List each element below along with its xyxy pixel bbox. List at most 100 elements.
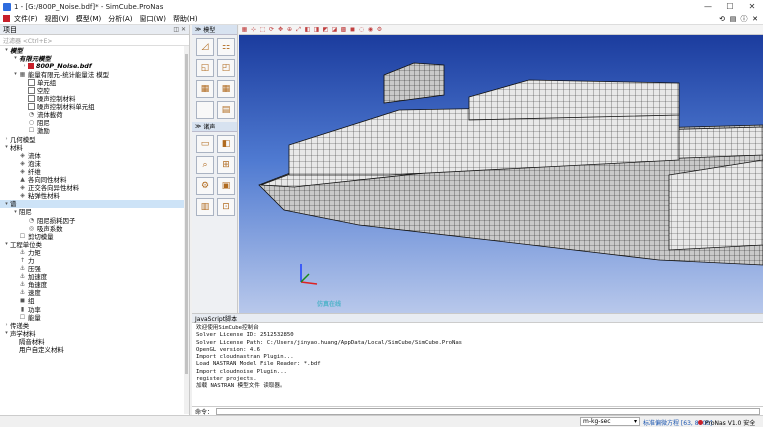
expand-toggle-icon[interactable]: ▾: [12, 209, 19, 215]
maximize-button[interactable]: ☐: [719, 0, 741, 13]
result-tool-icon[interactable]: ▣: [217, 177, 235, 195]
joint-tool-icon[interactable]: ◰: [217, 59, 235, 77]
command-line: 命令：: [192, 406, 763, 416]
tree-item[interactable]: ◈ 粘弹性材料: [0, 192, 189, 200]
tree-item-icon: ○: [28, 119, 35, 127]
tree-item-label: 谱: [10, 200, 17, 209]
menu-help[interactable]: 帮助(H): [173, 14, 198, 24]
view-iso-icon[interactable]: ◪: [331, 26, 338, 33]
console-line: Load NASTRAN Model File Reader: *.bdf: [196, 361, 321, 368]
menu-file[interactable]: 文件(F): [14, 14, 38, 24]
view-side-icon[interactable]: ◩: [322, 26, 329, 33]
tree-checkbox[interactable]: [28, 87, 35, 95]
fit-icon[interactable]: ⤢: [295, 26, 302, 33]
tree-checkbox[interactable]: [28, 103, 35, 111]
panel-pin-icon[interactable]: ◫ ✕: [173, 26, 186, 33]
tool-section-model[interactable]: ≫ 模型: [192, 25, 237, 35]
tree-item[interactable]: ▾ 有限元模型: [0, 54, 189, 63]
command-input[interactable]: [216, 407, 760, 415]
expand-toggle-icon[interactable]: ▾: [12, 71, 19, 77]
tree-item[interactable]: 单元组: [0, 78, 189, 87]
expand-toggle-icon[interactable]: ▾: [3, 330, 10, 336]
close-button[interactable]: ✕: [741, 0, 763, 13]
show-mesh-icon[interactable]: ▩: [340, 26, 347, 33]
axis-triad-icon: [300, 264, 318, 285]
zoom-icon[interactable]: ⊕: [286, 26, 293, 33]
tree-checkbox[interactable]: [28, 78, 35, 86]
print-icon[interactable]: ▤: [729, 15, 737, 23]
title-bar: 1 - [G:/800P_Noise.bdf]* - SimCube.ProNa…: [0, 0, 763, 13]
material-tool-icon[interactable]: ▥: [196, 198, 214, 216]
expand-toggle-icon[interactable]: ›: [21, 63, 28, 69]
plate-tool-icon[interactable]: ◿: [196, 38, 214, 56]
console-output: 欢迎使用SimCube控制台 Solver License ID: 2512532…: [192, 323, 763, 393]
frequency-tool-icon[interactable]: ⊞: [217, 156, 235, 174]
scroll-thumb[interactable]: [185, 54, 188, 374]
export-tool-icon[interactable]: ⊡: [217, 198, 235, 216]
tree-item-label: 粘弹性材料: [28, 192, 60, 201]
tree-item[interactable]: 噪声控制材料单元组: [0, 103, 189, 111]
app-logo-icon: [3, 15, 10, 22]
tree-item[interactable]: › 几何模型: [0, 135, 189, 144]
info-icon[interactable]: ⓘ: [740, 15, 748, 23]
rotate-icon[interactable]: ⟳: [268, 26, 275, 33]
version-text: ProNas V1.0 安全: [705, 420, 756, 427]
shade-icon[interactable]: ◼: [349, 26, 356, 33]
tool-section-tools[interactable]: ≫ 诸声: [192, 122, 237, 132]
sync-icon[interactable]: ⟲: [718, 15, 726, 23]
unit-system-select[interactable]: m-kg-sec: [580, 417, 640, 426]
pick-icon[interactable]: ⊹: [250, 26, 257, 33]
grid-tool-icon[interactable]: ▦: [196, 80, 214, 98]
status-dot-icon: [698, 420, 703, 425]
group-tool-icon[interactable]: ▤: [217, 101, 235, 119]
tree-item[interactable]: ◔ 流体載荷: [0, 111, 189, 119]
color-icon[interactable]: ◉: [367, 26, 374, 33]
mesh-tool-icon[interactable]: ▦: [217, 80, 235, 98]
expand-toggle-icon[interactable]: ▾: [3, 201, 10, 207]
expand-toggle-icon[interactable]: ›: [3, 136, 10, 142]
tool-section-model-label: 模型: [203, 27, 216, 34]
filter-input[interactable]: 过滤器 <Ctrl+E>: [0, 35, 189, 46]
load-tool-icon[interactable]: ▭: [196, 135, 214, 153]
menu-analysis[interactable]: 分析(A): [108, 14, 132, 24]
tree-scrollbar[interactable]: [184, 46, 189, 414]
tree-item[interactable]: ▾ ▦ 能量有限元-统计能量法 模型: [0, 70, 189, 79]
tree-item-icon: ↑: [19, 256, 26, 264]
hide-icon[interactable]: ◌: [358, 26, 365, 33]
beam-tool-icon[interactable]: ⚏: [217, 38, 235, 56]
tree-item[interactable]: ▾ 阻尼: [0, 208, 189, 216]
tree-item[interactable]: 用户自定义材料: [0, 345, 189, 354]
console-line: 欢迎使用SimCube控制台: [196, 325, 259, 331]
settings-icon[interactable]: ⚙: [376, 26, 383, 33]
tree-checkbox[interactable]: [28, 95, 35, 103]
tree-item[interactable]: ◔ 阻尼损耗因子: [0, 216, 189, 225]
tree-item-icon: ⚓: [19, 289, 26, 297]
blank-tool-icon[interactable]: [196, 101, 214, 119]
expand-toggle-icon[interactable]: ▾: [3, 144, 10, 150]
select-icon[interactable]: ▦: [241, 26, 248, 33]
tree-item-label: 能量: [28, 313, 41, 322]
expand-toggle-icon[interactable]: ▾: [12, 55, 19, 61]
expand-toggle-icon[interactable]: ›: [3, 322, 10, 328]
analysis-tool-icon[interactable]: ⚙: [196, 177, 214, 195]
pan-icon[interactable]: ✥: [277, 26, 284, 33]
close-doc-icon[interactable]: ✕: [751, 15, 759, 23]
model-viewport[interactable]: 仿真在线: [239, 35, 763, 313]
view-front-icon[interactable]: ◧: [304, 26, 311, 33]
tree-item[interactable]: ○ 阻尼: [0, 119, 189, 127]
console-line: Solver License Path: C:/Users/jinyao.hua…: [196, 339, 463, 346]
tree-item-icon: ☐: [19, 313, 26, 321]
minimize-button[interactable]: —: [697, 0, 719, 13]
expand-toggle-icon[interactable]: ▾: [3, 47, 10, 53]
menu-view[interactable]: 视图(V): [45, 14, 69, 24]
source-tool-icon[interactable]: ◧: [217, 135, 235, 153]
tree-item[interactable]: 空腔: [0, 86, 189, 95]
tree-item-icon: ⚓: [19, 248, 26, 256]
cavity-tool-icon[interactable]: ◱: [196, 59, 214, 77]
expand-toggle-icon[interactable]: ▾: [3, 241, 10, 247]
menu-window[interactable]: 窗口(W): [140, 14, 166, 24]
view-top-icon[interactable]: ◨: [313, 26, 320, 33]
search-icon[interactable]: ⌕: [196, 156, 214, 174]
box-select-icon[interactable]: ⬚: [259, 26, 266, 33]
menu-model[interactable]: 模型(M): [76, 14, 102, 24]
